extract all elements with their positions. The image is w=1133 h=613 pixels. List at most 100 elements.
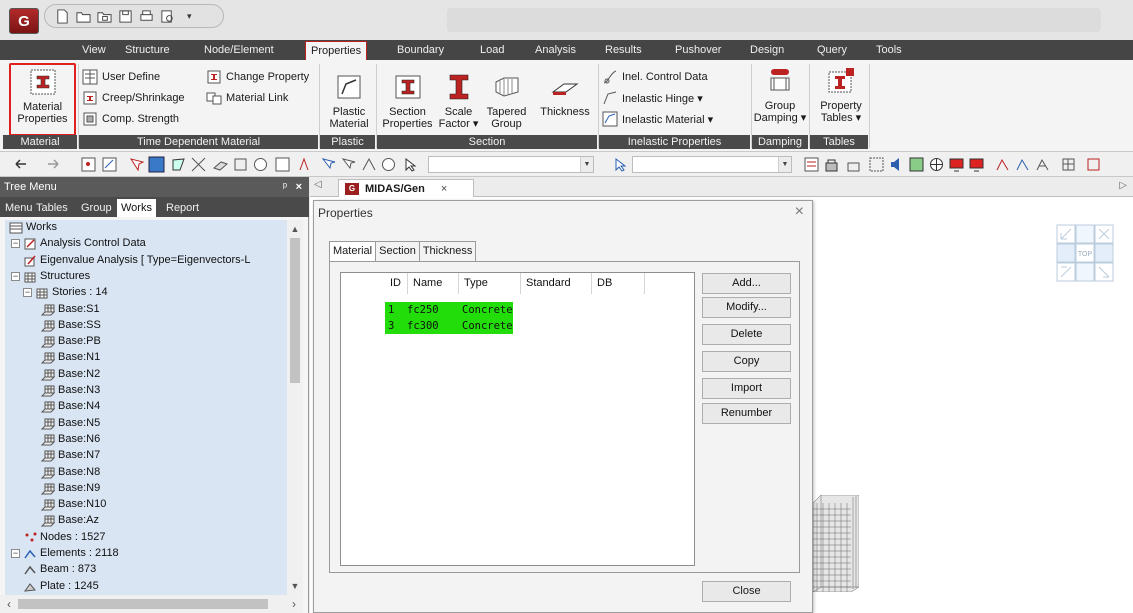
unlock-icon[interactable] (845, 156, 862, 173)
copy-button[interactable]: Copy (702, 351, 791, 372)
tree-expander-icon[interactable]: − (11, 549, 20, 558)
tab-material[interactable]: Material (329, 241, 377, 262)
print-preview-icon[interactable] (160, 9, 175, 24)
tree-node[interactable]: − Analysis Control Data (11, 236, 146, 251)
node-number-icon[interactable] (994, 156, 1011, 173)
filter-combo[interactable]: ▼ (632, 156, 792, 173)
undo-icon[interactable] (12, 156, 29, 173)
scroll-up-arrow[interactable]: ▲ (287, 222, 303, 236)
tree-node[interactable]: Base:N2 (41, 367, 100, 382)
tree-node[interactable]: Base:Az (41, 513, 99, 528)
group-damping-button[interactable]: Group Damping ▾ (752, 64, 808, 124)
tree-node[interactable]: Base:N6 (41, 432, 100, 447)
import-button[interactable]: Import (702, 378, 791, 399)
tree-node[interactable]: Eigenvalue Analysis [ Type=Eigenvectors-… (23, 253, 250, 268)
thickness-button[interactable]: Thickness (533, 64, 597, 118)
tab-pushover[interactable]: Pushover (675, 40, 721, 60)
new-file-icon[interactable] (55, 8, 70, 24)
tab-menu[interactable]: Menu (5, 200, 33, 216)
tab-scroll-right-icon[interactable]: ▷ (1119, 180, 1127, 191)
scroll-right-arrow[interactable]: › (287, 595, 301, 613)
element-number-icon[interactable] (1014, 156, 1031, 173)
property-tables-button[interactable]: Property Tables ▾ (813, 64, 869, 124)
tree-node[interactable]: Base:N7 (41, 448, 100, 463)
open-folder-icon[interactable] (76, 9, 91, 24)
tab-report[interactable]: Report (166, 200, 199, 216)
inelastic-material-button[interactable]: Inelastic Material ▾ (602, 110, 713, 128)
tree-node[interactable]: Base:N3 (41, 383, 100, 398)
select-node-icon[interactable] (80, 156, 97, 173)
tab-properties[interactable]: Properties (305, 41, 368, 60)
select-polygon-icon[interactable] (170, 156, 187, 173)
tree-node[interactable]: − Structures (11, 269, 90, 284)
tree-node[interactable]: Base:N10 (41, 497, 106, 512)
scroll-left-arrow[interactable]: ‹ (2, 595, 16, 613)
tab-load[interactable]: Load (480, 40, 504, 60)
node-snap-icon[interactable] (1085, 156, 1102, 173)
tab-scroll-left-icon[interactable]: ◁ (314, 179, 322, 190)
qat-more-dropdown[interactable]: ▾ (187, 11, 192, 22)
tree-expander-icon[interactable]: − (11, 239, 20, 249)
tab-tools[interactable]: Tools (876, 40, 902, 60)
user-define-button[interactable]: User Define (82, 68, 160, 86)
column-header-name[interactable]: Name (408, 273, 459, 294)
tree-node[interactable]: Base:N1 (41, 350, 100, 365)
tree-node[interactable]: Base:PB (41, 334, 101, 349)
tab-structure[interactable]: Structure (125, 40, 170, 60)
tab-section[interactable]: Section (375, 241, 420, 261)
tab-thickness[interactable]: Thickness (418, 241, 477, 261)
change-property-button[interactable]: Change Property (206, 68, 309, 86)
close-icon[interactable]: × (441, 183, 447, 195)
tab-view[interactable]: View (82, 40, 106, 60)
save-icon[interactable] (118, 9, 133, 24)
material-properties-button[interactable]: Material Properties (9, 63, 76, 136)
query-node-icon[interactable] (360, 156, 377, 173)
tab-group[interactable]: Group (81, 200, 112, 216)
scroll-down-arrow[interactable]: ▼ (287, 579, 303, 593)
tapered-group-button[interactable]: Tapered Group (480, 64, 533, 130)
close-button[interactable]: Close (702, 581, 791, 602)
view-cube[interactable]: TOP (1055, 223, 1115, 283)
column-header-id[interactable]: ID (341, 273, 408, 294)
sound-icon[interactable] (888, 156, 905, 173)
select-volume-icon[interactable] (232, 156, 249, 173)
tree-node[interactable]: Base:N5 (41, 416, 100, 431)
add-button[interactable]: Add... (702, 273, 791, 294)
tab-boundary[interactable]: Boundary (397, 40, 444, 60)
structure-mesh-model[interactable] (813, 495, 859, 592)
grid-snap-icon[interactable] (1060, 156, 1077, 173)
redo-icon[interactable] (45, 156, 62, 173)
select-window-icon[interactable] (128, 156, 145, 173)
tree-expander-icon[interactable]: − (23, 288, 32, 298)
section-properties-button[interactable]: Section Properties (379, 64, 436, 130)
column-header-db[interactable]: DB (592, 273, 645, 294)
tree-node[interactable]: Beam : 873 (23, 562, 96, 577)
filter-icon[interactable] (612, 156, 629, 173)
close-icon[interactable]: × (795, 203, 804, 221)
column-header-standard[interactable]: Standard (521, 273, 592, 294)
creep-shrinkage-button[interactable]: Creep/Shrinkage (82, 89, 185, 107)
tree-node[interactable]: Nodes : 1527 (23, 530, 105, 545)
tree-node[interactable]: − Elements : 2118 (11, 546, 119, 561)
lock-icon[interactable] (823, 156, 840, 173)
table-row[interactable]: 1 fc250 Concrete (385, 302, 513, 318)
document-tab[interactable]: G MIDAS/Gen × (338, 179, 474, 197)
tab-node-element[interactable]: Node/Element (204, 40, 274, 60)
tree-expander-icon[interactable]: − (11, 271, 20, 281)
tab-results[interactable]: Results (605, 40, 642, 60)
zoom-fit-icon[interactable] (274, 156, 291, 173)
inelastic-hinge-button[interactable]: Inelastic Hinge ▾ (602, 89, 703, 107)
tree-vertical-scrollbar[interactable]: ▲ ▼ (287, 220, 303, 595)
unselect-icon[interactable] (296, 156, 313, 173)
scroll-thumb[interactable] (290, 238, 300, 383)
select-element-icon[interactable] (101, 156, 118, 173)
tree-node[interactable]: Base:N9 (41, 481, 100, 496)
tree-node[interactable]: Plate : 1245 (23, 579, 99, 594)
select-previous-icon[interactable] (320, 156, 337, 173)
select-single-icon[interactable] (148, 156, 165, 173)
tree-node[interactable]: Base:SS (41, 318, 101, 333)
select-identity-icon[interactable] (340, 156, 357, 173)
render-icon[interactable] (908, 156, 925, 173)
open-project-icon[interactable] (97, 9, 112, 24)
tab-works[interactable]: Works (117, 199, 156, 217)
